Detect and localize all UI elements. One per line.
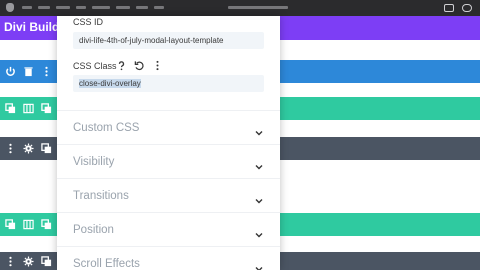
duplicate-icon[interactable] — [41, 103, 52, 114]
toggle-scroll-effects[interactable]: Scroll Effects — [57, 246, 280, 270]
chevron-down-icon — [254, 259, 264, 270]
toggle-label: Position — [73, 223, 114, 236]
trash-icon[interactable] — [23, 66, 34, 77]
chevron-down-icon — [254, 123, 264, 135]
css-id-label: CSS ID — [73, 17, 104, 27]
css-id-input[interactable]: divi-life-4th-of-july-modal-layout-templ… — [73, 32, 264, 49]
toggle-label: Visibility — [73, 155, 115, 168]
field-label-tools — [116, 60, 163, 71]
menu-item[interactable] — [38, 6, 50, 9]
duplicate-icon[interactable] — [41, 143, 52, 154]
help-icon[interactable] — [116, 60, 127, 71]
duplicate-icon[interactable] — [5, 103, 16, 114]
css-class-input[interactable]: close-divi-overlay — [73, 75, 264, 92]
chevron-down-icon — [254, 157, 264, 169]
duplicate-icon[interactable] — [41, 219, 52, 230]
more-icon[interactable] — [5, 143, 16, 154]
menu-item[interactable] — [22, 6, 32, 9]
css-class-label: CSS Class — [73, 61, 117, 71]
os-menu-bar — [0, 0, 480, 16]
more-icon[interactable] — [41, 66, 52, 77]
power-icon[interactable] — [5, 66, 16, 77]
menu-item[interactable] — [92, 6, 110, 9]
apple-icon[interactable] — [6, 3, 14, 12]
duplicate-icon[interactable] — [5, 219, 16, 230]
module-settings-modal: CSS ID divi-life-4th-of-july-modal-layou… — [57, 16, 280, 270]
menu-item[interactable] — [56, 6, 70, 9]
window-title — [228, 6, 288, 9]
toggle-position[interactable]: Position — [57, 212, 280, 246]
toggle-label: Custom CSS — [73, 121, 140, 134]
toggle-label: Scroll Effects — [73, 257, 140, 270]
toggle-visibility[interactable]: Visibility — [57, 144, 280, 178]
menu-item[interactable] — [154, 6, 164, 9]
toggle-label: Transitions — [73, 189, 129, 202]
toggle-transitions[interactable]: Transitions — [57, 178, 280, 212]
menu-item[interactable] — [116, 6, 130, 9]
settings-icon[interactable] — [23, 143, 34, 154]
settings-icon[interactable] — [23, 255, 34, 267]
duplicate-icon[interactable] — [41, 255, 52, 267]
columns-icon[interactable] — [23, 219, 34, 230]
wifi-icon — [462, 4, 472, 12]
undo-icon[interactable] — [134, 60, 145, 71]
columns-icon[interactable] — [23, 103, 34, 114]
more-icon[interactable] — [5, 256, 16, 267]
more-options-icon[interactable] — [152, 60, 163, 71]
menu-item[interactable] — [136, 6, 148, 9]
chevron-down-icon — [254, 191, 264, 203]
selected-text: close-divi-overlay — [79, 79, 141, 88]
menu-item[interactable] — [76, 6, 86, 9]
battery-icon — [444, 4, 454, 12]
toggle-custom-css[interactable]: Custom CSS — [57, 110, 280, 144]
chevron-down-icon — [254, 225, 264, 237]
